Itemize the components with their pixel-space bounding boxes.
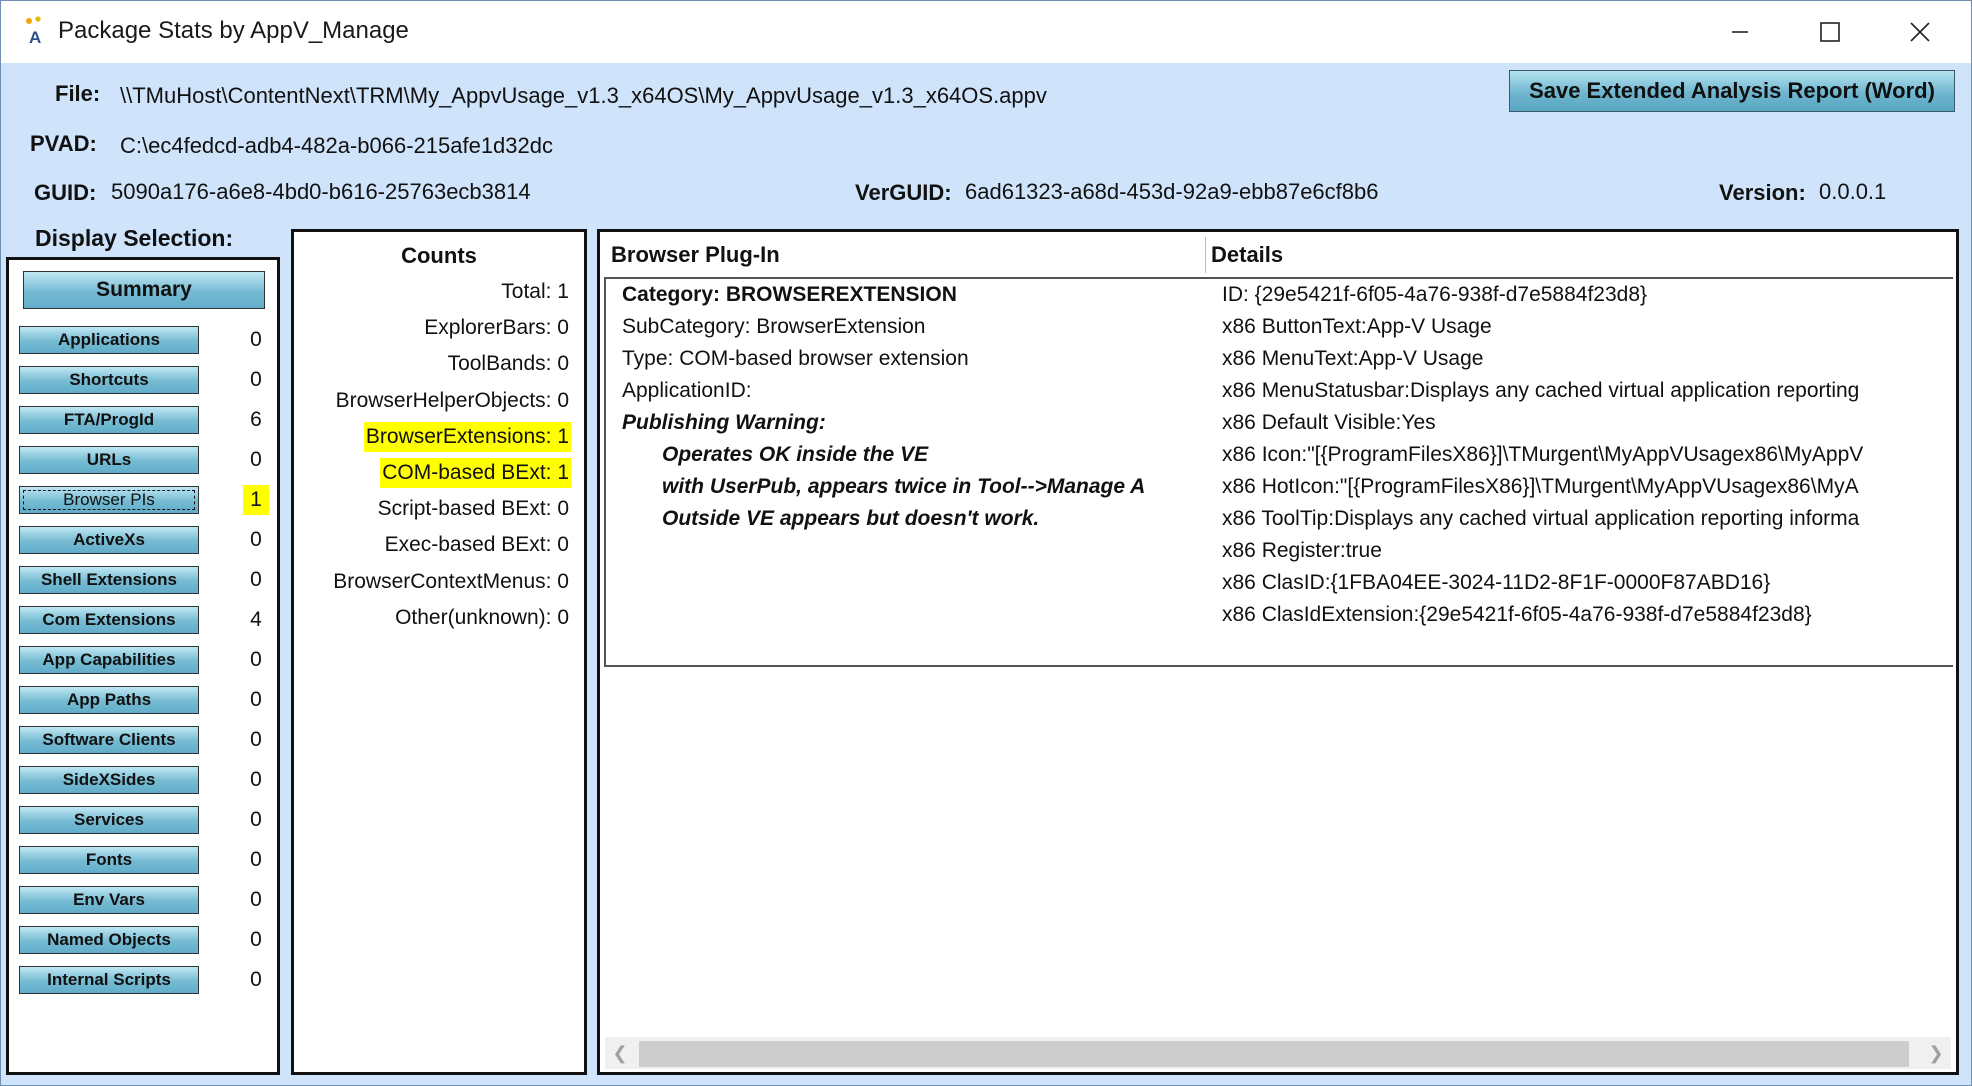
category-count: 0 — [250, 728, 262, 751]
category-count: 0 — [250, 368, 262, 391]
file-label: File: — [55, 81, 101, 106]
plugin-info-line: with UserPub, appears twice in Tool-->Ma… — [662, 475, 1146, 498]
detail-line: x86 Default Visible:Yes — [1222, 411, 1436, 434]
count-row: ExplorerBars: 0 — [424, 316, 569, 340]
category-button-urls[interactable]: URLs — [19, 446, 199, 474]
horizontal-scrollbar[interactable]: ❮ ❯ — [605, 1037, 1951, 1069]
category-button-internal-scripts[interactable]: Internal Scripts — [19, 966, 199, 994]
close-icon — [1910, 22, 1930, 42]
detail-line: x86 ToolTip:Displays any cached virtual … — [1222, 507, 1860, 530]
column-header-details[interactable]: Details — [1211, 242, 1283, 268]
category-count: 4 — [250, 608, 262, 631]
detail-line: x86 ClasIdExtension:{29e5421f-6f05-4a76-… — [1222, 603, 1812, 626]
plugin-info-line: Operates OK inside the VE — [662, 443, 929, 466]
category-count: 0 — [250, 528, 262, 551]
category-count: 0 — [250, 688, 262, 711]
guid-value: 5090a176-a6e8-4bd0-b616-25763ecb3814 — [111, 179, 531, 204]
svg-text:A: A — [29, 28, 41, 47]
category-count: 0 — [250, 568, 262, 591]
detail-line: x86 Icon:"[{ProgramFilesX86}]\TMurgent\M… — [1222, 443, 1864, 466]
count-row: ToolBands: 0 — [447, 352, 569, 376]
category-count: 0 — [250, 808, 262, 831]
category-button-com-extensions[interactable]: Com Extensions — [19, 606, 199, 634]
count-row: Exec-based BExt: 0 — [384, 533, 569, 557]
scroll-left-icon[interactable]: ❮ — [605, 1037, 635, 1069]
plugin-info-line: Publishing Warning: — [622, 411, 826, 434]
counts-title: Counts — [401, 243, 477, 268]
summary-button[interactable]: Summary — [23, 271, 265, 309]
category-button-env-vars[interactable]: Env Vars — [19, 886, 199, 914]
category-button-sidexsides[interactable]: SideXSides — [19, 766, 199, 794]
category-count: 0 — [250, 928, 262, 951]
category-count: 0 — [250, 768, 262, 791]
version-value: 0.0.0.1 — [1819, 179, 1887, 204]
category-count: 0 — [250, 968, 262, 991]
save-report-button[interactable]: Save Extended Analysis Report (Word) — [1509, 70, 1955, 112]
category-button-software-clients[interactable]: Software Clients — [19, 726, 199, 754]
category-button-activexs[interactable]: ActiveXs — [19, 526, 199, 554]
file-value: \\TMuHost\ContentNext\TRM\My_AppvUsage_v… — [120, 83, 1047, 108]
maximize-icon — [1820, 22, 1840, 42]
detail-line: x86 MenuStatusbar:Displays any cached vi… — [1222, 379, 1860, 402]
category-count: 0 — [250, 648, 262, 671]
column-divider[interactable] — [1205, 237, 1206, 273]
category-button-browser-pis[interactable]: Browser PIs — [19, 486, 199, 514]
pvad-value: C:\ec4fedcd-adb4-482a-b066-215afe1d32dc — [120, 133, 553, 158]
category-button-app-capabilities[interactable]: App Capabilities — [19, 646, 199, 674]
category-count: 6 — [250, 408, 262, 431]
count-row: Total: 1 — [501, 280, 569, 303]
category-button-services[interactable]: Services — [19, 806, 199, 834]
verguid-label: VerGUID: — [855, 180, 952, 205]
detail-line: x86 MenuText:App-V Usage — [1222, 347, 1484, 370]
category-count: 0 — [250, 848, 262, 871]
plugin-info-line: SubCategory: BrowserExtension — [622, 315, 926, 338]
display-selection-label: Display Selection: — [35, 225, 234, 251]
category-button-app-paths[interactable]: App Paths — [19, 686, 199, 714]
category-count: 0 — [250, 328, 262, 351]
detail-line: x86 ClasID:{1FBA04EE-3024-11D2-8F1F-0000… — [1222, 571, 1771, 594]
detail-line: x86 Register:true — [1222, 539, 1382, 562]
category-button-applications[interactable]: Applications — [19, 326, 199, 354]
category-count: 0 — [250, 888, 262, 911]
count-row: BrowserHelperObjects: 0 — [335, 388, 569, 412]
plugin-info-line: Type: COM-based browser extension — [622, 347, 969, 370]
minimize-button[interactable] — [1695, 1, 1785, 63]
plugin-info-line: Category: BROWSEREXTENSION — [622, 283, 957, 306]
app-window: A Package Stats by AppV_Manage File: \\T… — [0, 0, 1972, 1086]
minimize-icon — [1732, 31, 1748, 33]
window-title: Package Stats by AppV_Manage — [58, 17, 409, 44]
app-icon: A — [26, 16, 41, 47]
close-button[interactable] — [1875, 1, 1965, 63]
scroll-right-icon[interactable]: ❯ — [1921, 1037, 1951, 1069]
category-button-shell-extensions[interactable]: Shell Extensions — [19, 566, 199, 594]
plugin-info-line: Outside VE appears but doesn't work. — [662, 507, 1040, 530]
category-count: 1 — [243, 485, 269, 515]
count-row: BrowserContextMenus: 0 — [333, 569, 569, 593]
detail-line: x86 HotIcon:"[{ProgramFilesX86}]\TMurgen… — [1222, 475, 1859, 498]
detail-line: ID: {29e5421f-6f05-4a76-938f-d7e5884f23d… — [1222, 283, 1648, 306]
column-header-browser-plugin[interactable]: Browser Plug-In — [611, 242, 780, 268]
category-button-shortcuts[interactable]: Shortcuts — [19, 366, 199, 394]
maximize-button[interactable] — [1785, 1, 1875, 63]
plugin-info-line: ApplicationID: — [622, 379, 752, 402]
category-button-fonts[interactable]: Fonts — [19, 846, 199, 874]
count-row: COM-based BExt: 1 — [380, 458, 571, 488]
count-row: Script-based BExt: 0 — [377, 497, 569, 521]
count-row: BrowserExtensions: 1 — [363, 421, 571, 452]
guid-label: GUID: — [34, 180, 97, 205]
detail-line: x86 ButtonText:App-V Usage — [1222, 315, 1492, 338]
category-count: 0 — [250, 448, 262, 471]
count-row: Other(unknown): 0 — [395, 605, 569, 629]
title-bar[interactable]: A Package Stats by AppV_Manage — [1, 1, 1971, 63]
category-button-named-objects[interactable]: Named Objects — [19, 926, 199, 954]
version-label: Version: — [1719, 180, 1806, 205]
category-button-fta-progid[interactable]: FTA/ProgId — [19, 406, 199, 434]
pvad-label: PVAD: — [30, 131, 97, 156]
scrollbar-thumb[interactable] — [639, 1041, 1909, 1067]
verguid-value: 6ad61323-a68d-453d-92a9-ebb87e6cf8b6 — [965, 179, 1379, 204]
